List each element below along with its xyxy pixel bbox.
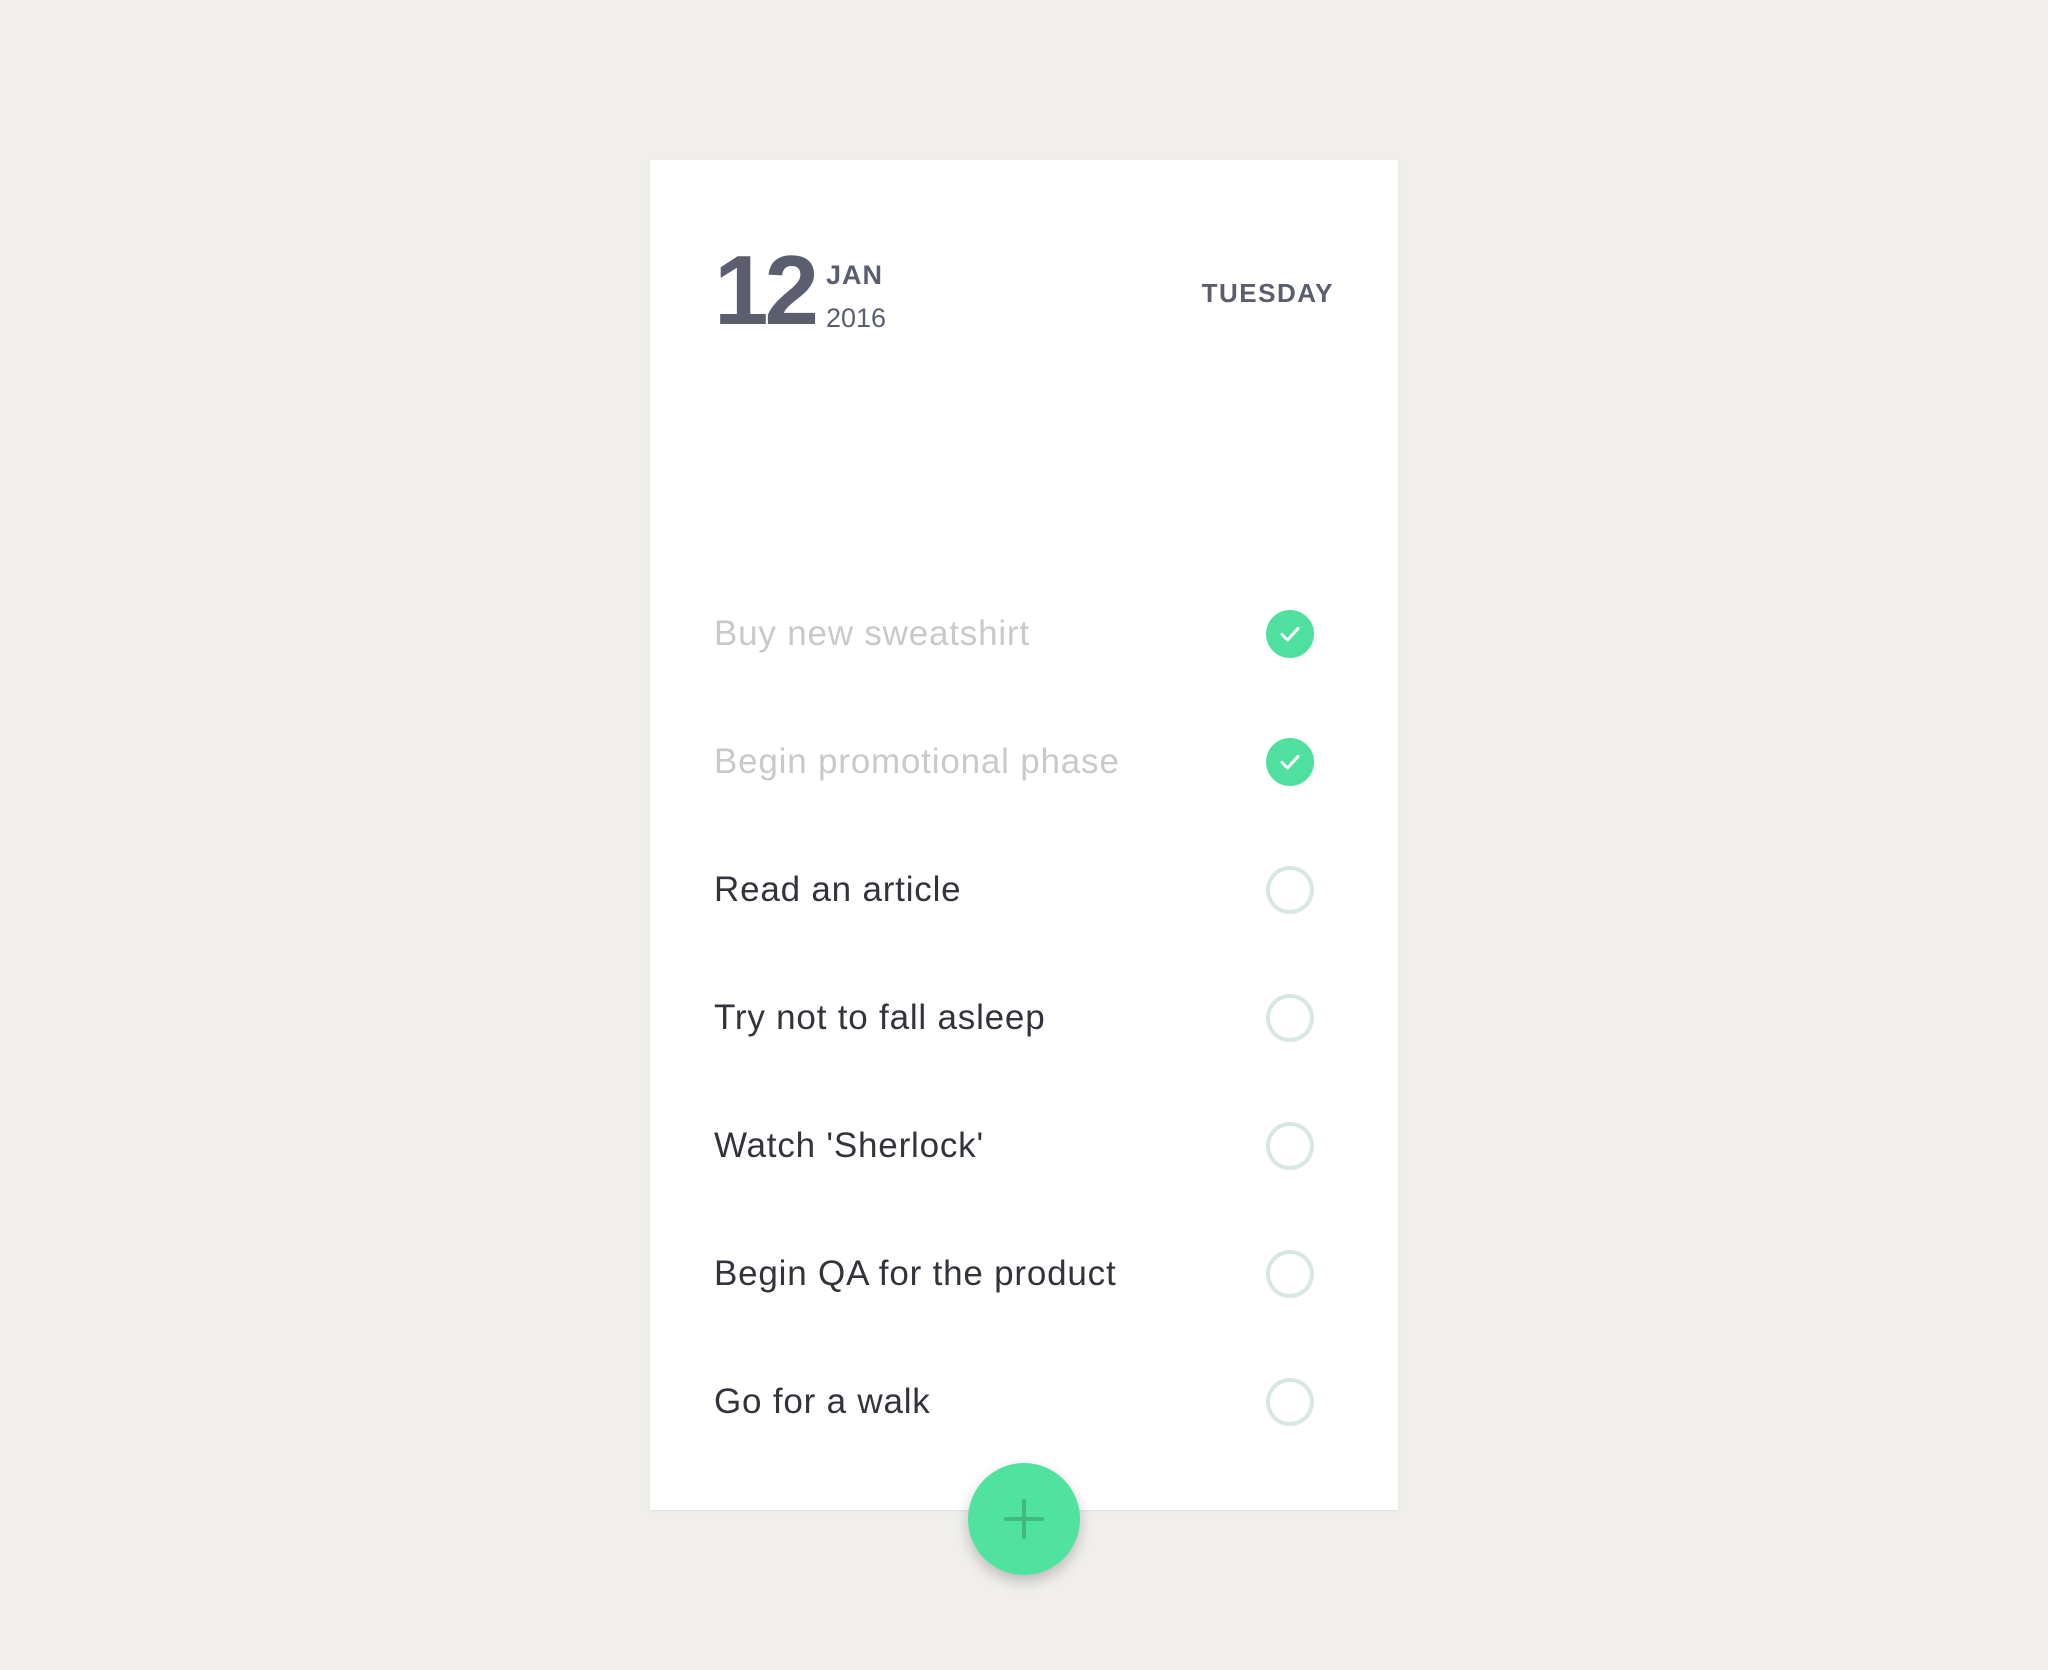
- check-icon: [1280, 755, 1300, 770]
- month-label: JAN: [826, 260, 884, 290]
- todo-card: 12 JAN 2016 TUESDAY Buy new sweatshirt B…: [650, 160, 1398, 1510]
- task-label: Watch 'Sherlock': [714, 1126, 984, 1165]
- task-label: Begin promotional phase: [714, 742, 1120, 781]
- task-item[interactable]: Begin promotional phase: [714, 698, 1314, 826]
- plus-icon: [1004, 1499, 1044, 1539]
- task-item[interactable]: Begin QA for the product: [714, 1210, 1314, 1338]
- task-checkbox[interactable]: [1266, 738, 1314, 786]
- task-checkbox[interactable]: [1266, 1250, 1314, 1298]
- task-item[interactable]: Try not to fall asleep: [714, 954, 1314, 1082]
- task-checkbox[interactable]: [1266, 866, 1314, 914]
- task-item[interactable]: Watch 'Sherlock': [714, 1082, 1314, 1210]
- task-checkbox[interactable]: [1266, 1378, 1314, 1426]
- task-item[interactable]: Read an article: [714, 826, 1314, 954]
- year-label: 2016: [826, 303, 887, 333]
- task-checkbox[interactable]: [1266, 610, 1314, 658]
- day-number: 12: [714, 235, 819, 345]
- task-label: Go for a walk: [714, 1382, 931, 1421]
- task-checkbox[interactable]: [1266, 1122, 1314, 1170]
- task-item[interactable]: Buy new sweatshirt: [714, 570, 1314, 698]
- task-list: Buy new sweatshirt Begin promotional pha…: [714, 570, 1314, 1466]
- task-label: Begin QA for the product: [714, 1254, 1117, 1293]
- task-checkbox[interactable]: [1266, 994, 1314, 1042]
- task-label: Buy new sweatshirt: [714, 614, 1030, 653]
- weekday-label: TUESDAY: [1201, 278, 1334, 308]
- task-label: Try not to fall asleep: [714, 998, 1046, 1037]
- task-item[interactable]: Go for a walk: [714, 1338, 1314, 1466]
- check-icon: [1280, 627, 1300, 642]
- add-task-button[interactable]: [968, 1463, 1080, 1575]
- task-label: Read an article: [714, 870, 962, 909]
